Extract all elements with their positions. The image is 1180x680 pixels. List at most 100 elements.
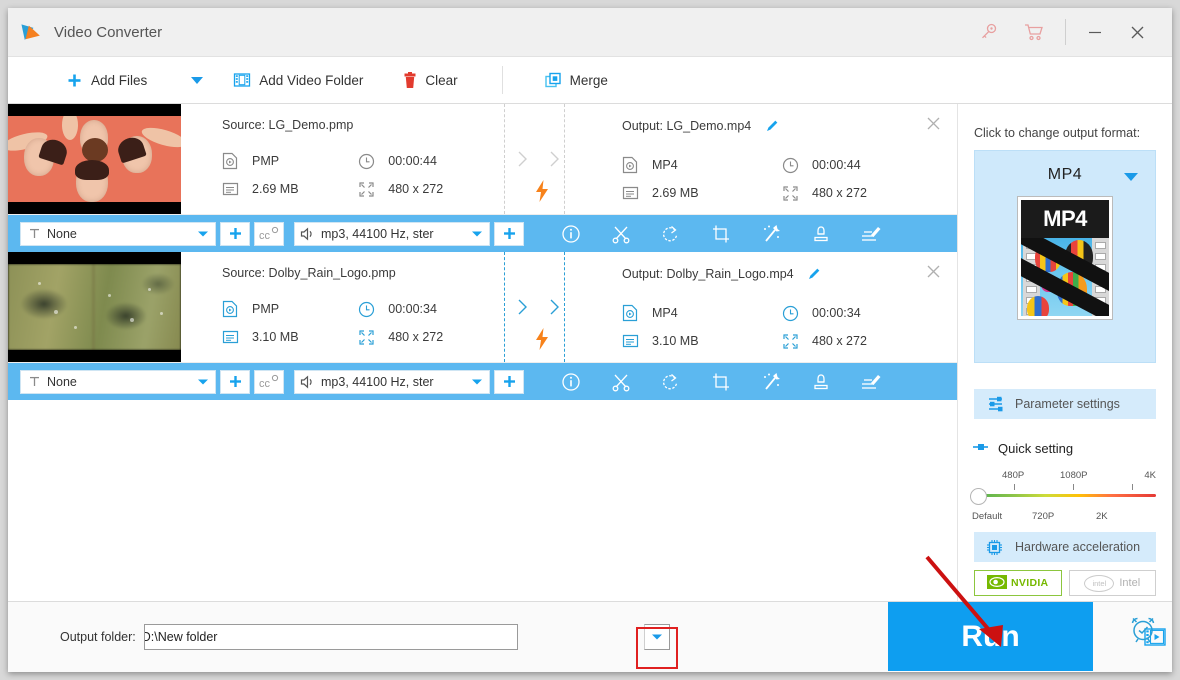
output-folder-input[interactable]: D:\New folder [143, 624, 518, 650]
key-icon[interactable] [965, 8, 1011, 56]
output-settings-panel: Click to change output format: MP4 MP4 P… [957, 104, 1172, 601]
source-duration: 00:00:44 [358, 147, 486, 175]
subtitle-select[interactable]: None [20, 221, 216, 246]
slider-tick-480p: 480P [1002, 470, 1025, 481]
subtitle-select[interactable]: None [20, 369, 216, 394]
cart-icon[interactable] [1011, 8, 1057, 56]
output-filename-row: Output: LG_Demo.mp4 [622, 118, 957, 136]
rotate-icon[interactable] [646, 215, 696, 252]
add-video-folder-label: Add Video Folder [259, 72, 364, 88]
hardware-acceleration-button[interactable]: Hardware acceleration [974, 532, 1156, 562]
text-icon [21, 375, 47, 388]
crop-icon[interactable] [696, 215, 746, 252]
hardware-acceleration-label: Hardware acceleration [1015, 540, 1141, 554]
add-subtitle-button[interactable] [220, 221, 250, 246]
file-row[interactable]: Source: LG_Demo.pmp PMP 2.69 MB 00:00:44… [8, 104, 957, 215]
add-files-button[interactable]: Add Files [66, 57, 147, 103]
effect-icon[interactable] [746, 215, 796, 252]
file-info: Source: Dolby_Rain_Logo.pmp PMP 3.10 MB … [181, 252, 957, 362]
subtitle-icon[interactable] [846, 215, 896, 252]
watermark-icon[interactable] [796, 215, 846, 252]
close-icon[interactable] [1116, 8, 1158, 56]
add-subtitle-button[interactable] [220, 369, 250, 394]
file-size-icon [622, 333, 644, 349]
remove-file-icon[interactable] [926, 264, 941, 282]
nvidia-toggle[interactable]: NVIDIA [974, 570, 1062, 596]
source-size: 3.10 MB [222, 323, 358, 351]
crop-icon[interactable] [696, 363, 746, 400]
slider-knob[interactable] [970, 488, 987, 505]
source-resolution: 480 x 272 [358, 323, 486, 351]
plus-icon [68, 74, 81, 86]
convert-arrow-area [486, 252, 596, 362]
watermark-icon[interactable] [796, 363, 846, 400]
output-duration: 00:00:34 [782, 299, 932, 327]
lightning-icon [534, 180, 550, 202]
alarm-clock-icon[interactable] [1128, 614, 1158, 647]
cut-icon[interactable] [596, 215, 646, 252]
audio-select[interactable]: mp3, 44100 Hz, ster [294, 369, 490, 394]
clock-icon [358, 153, 380, 170]
source-info: Source: LG_Demo.pmp PMP 2.69 MB 00:00:44… [181, 104, 486, 214]
subtitle-icon[interactable] [846, 363, 896, 400]
rename-icon[interactable] [765, 120, 780, 136]
output-resolution: 480 x 272 [782, 179, 932, 207]
intel-toggle[interactable]: intel Intel [1068, 570, 1156, 596]
highlight-box-output-dropdown [636, 627, 678, 669]
title-bar-actions [965, 8, 1172, 56]
file-list: Source: LG_Demo.pmp PMP 2.69 MB 00:00:44… [8, 104, 957, 402]
remove-file-icon[interactable] [926, 116, 941, 134]
source-resolution: 480 x 272 [358, 175, 486, 203]
chevron-down-icon[interactable] [465, 378, 489, 386]
slider-tick-default: Default [972, 511, 1003, 522]
svg-text:cc: cc [259, 230, 271, 242]
audio-select[interactable]: mp3, 44100 Hz, ster [294, 221, 490, 246]
output-format-card[interactable]: MP4 MP4 [974, 150, 1156, 363]
parameter-settings-button[interactable]: Parameter settings [974, 389, 1156, 419]
output-filename-row: Output: Dolby_Rain_Logo.mp4 [622, 266, 957, 284]
cut-icon[interactable] [596, 363, 646, 400]
track-toolbar: None cc mp3, 44100 Hz, ster [8, 363, 957, 400]
run-button[interactable]: Run [888, 602, 1093, 671]
rotate-icon[interactable] [646, 363, 696, 400]
chevron-down-icon[interactable] [465, 230, 489, 238]
file-format-icon [622, 304, 644, 322]
subtitle-settings-button[interactable]: cc [254, 369, 284, 394]
info-icon[interactable] [546, 363, 596, 400]
add-audio-button[interactable] [494, 369, 524, 394]
quality-slider[interactable]: 480P 1080P 4K Default 720P 2K [970, 470, 1156, 522]
chevron-down-icon[interactable] [191, 230, 215, 238]
video-converter-window: Video Converter Add Files Add Video Fold… [8, 8, 1172, 672]
bottom-bar: Output folder: D:\New folder Run [8, 601, 1172, 672]
minimize-icon[interactable] [1074, 8, 1116, 56]
chevron-down-icon[interactable] [191, 378, 215, 386]
slider-tick-2k: 2K [1096, 511, 1108, 522]
slider-track[interactable] [972, 494, 1156, 497]
add-audio-button[interactable] [494, 221, 524, 246]
quick-setting-toggle[interactable]: Quick setting [972, 441, 1172, 456]
resolution-icon [782, 185, 804, 202]
add-video-folder-button[interactable]: Add Video Folder [233, 57, 363, 103]
source-size: 2.69 MB [222, 175, 358, 203]
subtitle-value: None [47, 226, 77, 241]
format-thumbnail: MP4 [1017, 196, 1113, 320]
subtitle-settings-button[interactable]: cc [254, 221, 284, 246]
quick-setting-icon [972, 441, 990, 456]
run-label: Run [961, 619, 1020, 653]
clock-icon [782, 305, 804, 322]
speaker-icon [295, 374, 321, 389]
add-files-dropdown-icon[interactable] [191, 76, 204, 84]
gpu-options: NVIDIA intel Intel [974, 570, 1156, 596]
file-row[interactable]: Source: Dolby_Rain_Logo.pmp PMP 3.10 MB … [8, 252, 957, 363]
format-dropdown-icon[interactable] [1124, 173, 1138, 181]
info-icon[interactable] [546, 215, 596, 252]
file-format-icon [222, 152, 244, 170]
clear-button[interactable]: Clear [403, 57, 458, 103]
effect-icon[interactable] [746, 363, 796, 400]
rename-icon[interactable] [807, 268, 822, 284]
merge-label: Merge [569, 72, 608, 88]
main-toolbar: Add Files Add Video Folder Clear Merge [8, 57, 1172, 104]
output-folder-value: D:\New folder [143, 630, 218, 644]
clock-icon [782, 157, 804, 174]
merge-button[interactable]: Merge [544, 57, 608, 103]
